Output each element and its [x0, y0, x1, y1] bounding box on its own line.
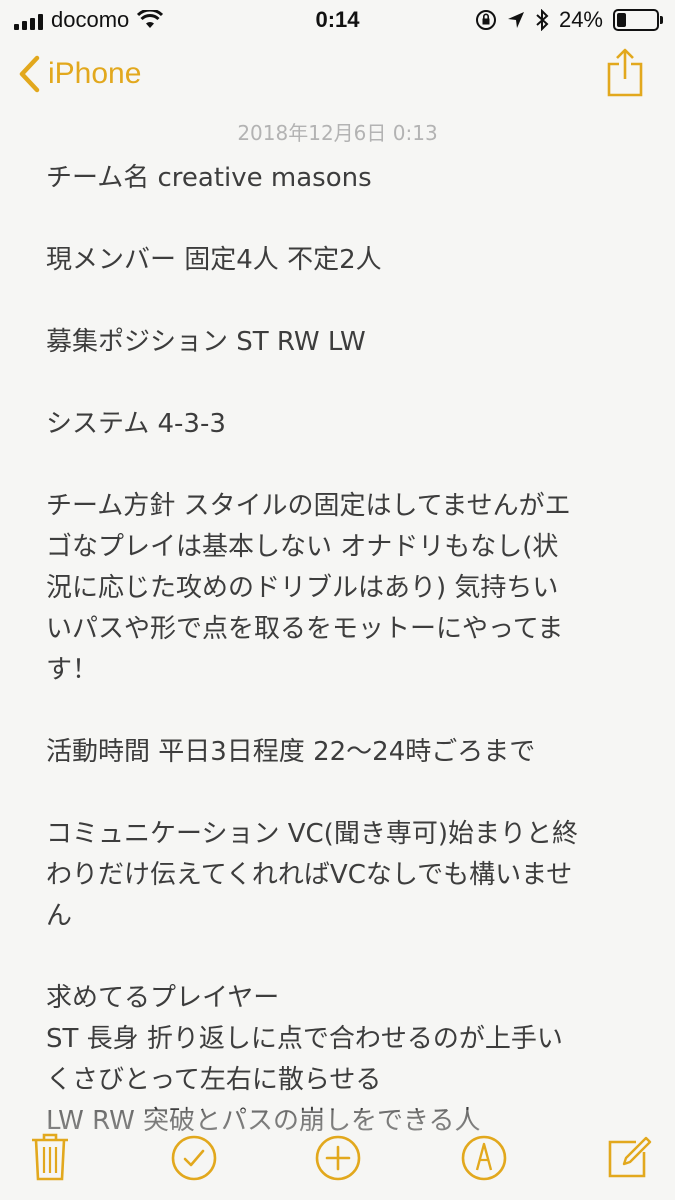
chevron-left-icon	[19, 55, 40, 93]
note-line: システム 4-3-3	[46, 409, 226, 439]
trash-icon	[32, 1133, 68, 1181]
note-body[interactable]: チーム名 creative masons 現メンバー 固定4人 不定2人 募集ポジシ…	[46, 158, 644, 1183]
orientation-lock-icon	[475, 10, 496, 30]
bluetooth-icon	[536, 9, 549, 31]
compose-icon	[608, 1136, 652, 1178]
note-paragraph: 現メンバー 固定4人 不定2人	[46, 240, 644, 281]
compose-button[interactable]	[606, 1130, 654, 1182]
back-button-label: iPhone	[48, 57, 142, 90]
note-line: ん	[46, 901, 73, 931]
checklist-button[interactable]	[170, 1130, 218, 1182]
status-right: 24%	[475, 7, 663, 33]
note-line: 募集ポジション ST RW LW	[46, 327, 366, 357]
markup-icon	[461, 1135, 507, 1181]
status-bar: docomo 0:14 24%	[0, 0, 675, 40]
share-icon	[607, 48, 643, 97]
battery-level	[617, 13, 627, 27]
note-paragraph: コミュニケーション VC(聞き専可)始まりと終 わりだけ伝えてくれればVCなしでも…	[46, 814, 644, 937]
location-icon	[507, 12, 524, 28]
add-icon	[315, 1135, 361, 1181]
note-line: チーム名 creative masons	[46, 163, 372, 193]
note-paragraph: システム 4-3-3	[46, 404, 644, 445]
checklist-icon	[171, 1135, 217, 1181]
note-line: 求めてるプレイヤー	[46, 983, 280, 1013]
note-line: わりだけ伝えてくれればVCなしでも構いませ	[46, 860, 573, 890]
markup-button[interactable]	[460, 1130, 508, 1182]
battery-icon	[613, 9, 663, 31]
note-line: 現メンバー 固定4人 不定2人	[46, 245, 382, 275]
note-line: いパスや形で点を取るをモットーにやってま	[46, 614, 564, 644]
add-attachment-button[interactable]	[314, 1130, 362, 1182]
note-line: チーム方針 スタイルの固定はしてませんがエ	[46, 491, 571, 521]
note-paragraph: チーム方針 スタイルの固定はしてませんがエ ゴなプレイは基本しない オナドリもなし…	[46, 486, 644, 691]
note-paragraph: 募集ポジション ST RW LW	[46, 322, 644, 363]
note-date: 2018年12月6日 0:13	[237, 121, 438, 145]
note-line: 活動時間 平日3日程度 22〜24時ごろまで	[46, 737, 536, 767]
note-line: コミュニケーション VC(聞き専可)始まりと終	[46, 819, 578, 849]
note-line: ST 長身 折り返しに点で合わせるのが上手い	[46, 1024, 563, 1054]
note-line: す！	[46, 655, 99, 685]
back-button[interactable]: iPhone	[18, 55, 141, 93]
toolbar	[0, 1130, 675, 1190]
note-paragraph: 活動時間 平日3日程度 22〜24時ごろまで	[46, 732, 644, 773]
battery-percent: 24%	[558, 7, 603, 32]
share-button[interactable]	[605, 48, 645, 98]
note-line: くさびとって左右に散らせる	[46, 1065, 382, 1095]
delete-button[interactable]	[28, 1130, 76, 1182]
note-paragraph: チーム名 creative masons	[46, 158, 644, 199]
note-line: 況に応じた攻めのドリブルはあり) 気持ちい	[46, 573, 559, 603]
note-line: ゴなプレイは基本しない オナドリもなし(状	[46, 532, 559, 562]
